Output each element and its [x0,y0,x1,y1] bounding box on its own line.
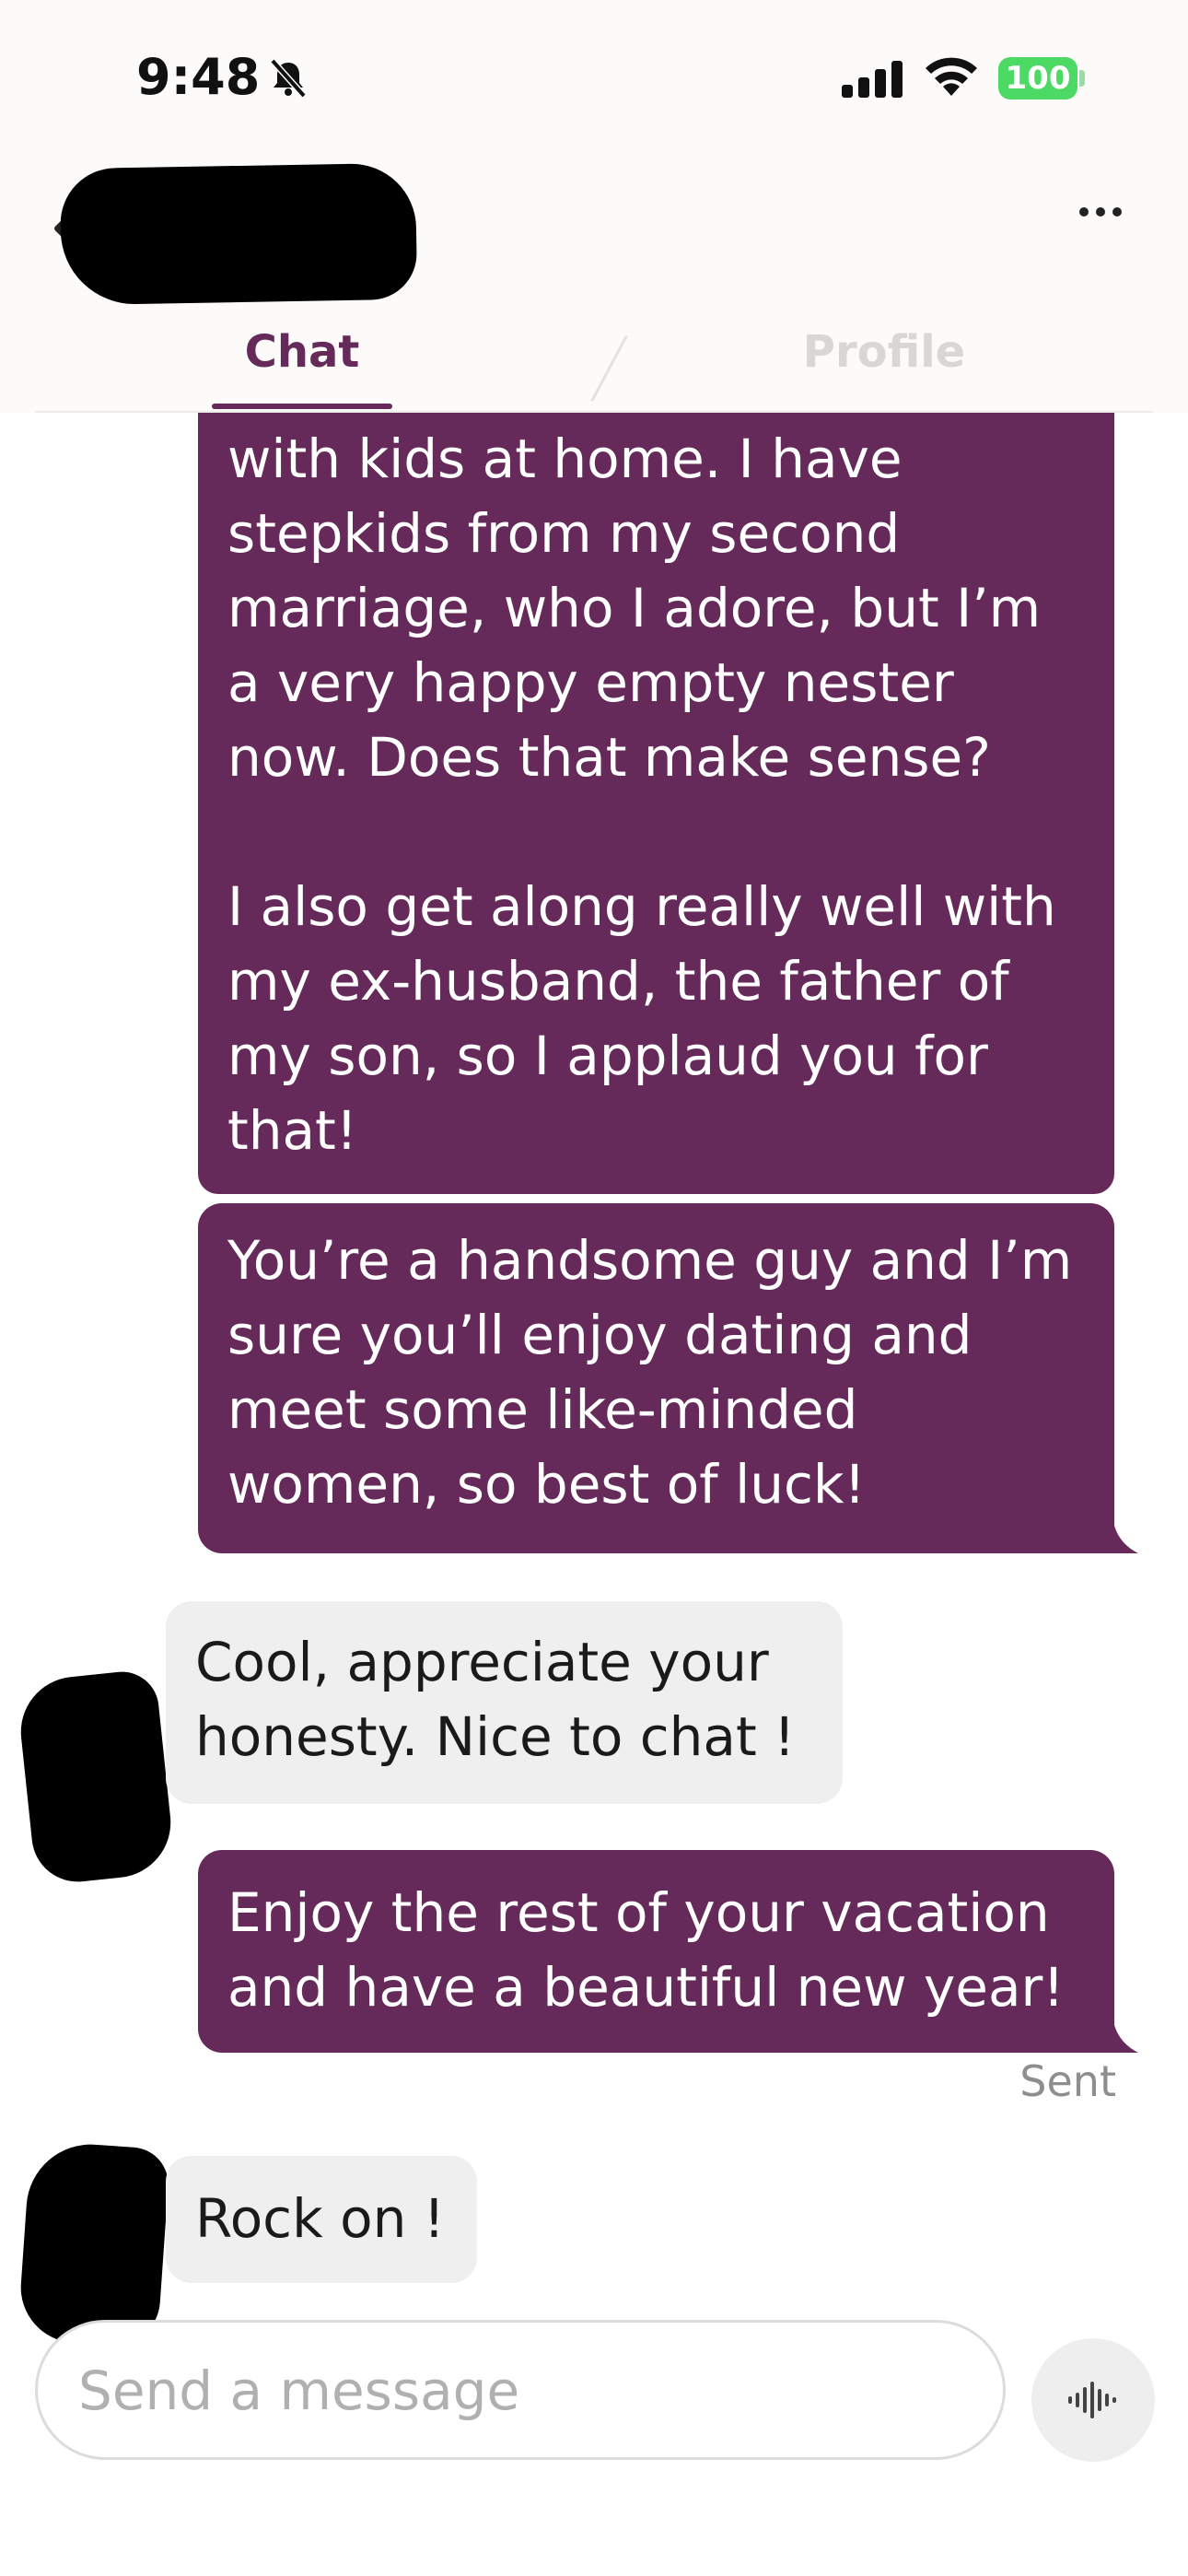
cellular-signal-icon [842,61,903,98]
chat-screen: 9:48 100 Chat Profile with kids at home.… [0,0,1188,2576]
message-bubble-received[interactable]: Rock on ! [166,2156,477,2283]
tab-chat[interactable]: Chat [212,315,392,389]
wifi-icon [926,57,977,96]
message-bubble-sent[interactable]: with kids at home. I have stepkids from … [198,413,1114,1194]
battery-icon: 100 [998,57,1077,100]
redacted-avatar[interactable] [15,1668,177,1887]
message-composer [35,2320,1006,2460]
bell-slash-icon [270,58,307,99]
message-bubble-sent[interactable]: Enjoy the rest of your vacation and have… [198,1850,1114,2053]
message-bubble-received[interactable]: Cool, appreciate your honesty. Nice to c… [166,1601,843,1804]
active-tab-indicator [212,404,392,409]
redacted-avatar[interactable] [17,2139,171,2349]
chat-header: Chat Profile [0,147,1188,413]
bubble-tail [1105,1526,1138,1553]
more-options-icon[interactable] [1079,203,1133,230]
message-bubble-sent[interactable]: You’re a handsome guy and I’m sure you’l… [198,1203,1114,1553]
tab-divider [590,334,628,403]
voice-message-button[interactable] [1031,2338,1155,2462]
sent-receipt: Sent [1019,2056,1116,2106]
status-time: 9:48 [136,48,261,106]
bubble-tail [1105,2025,1138,2053]
message-input[interactable] [78,2352,962,2430]
redacted-match-name [59,162,418,306]
battery-nub [1079,70,1085,87]
audio-waveform-icon [1068,2382,1116,2418]
tab-profile[interactable]: Profile [755,315,1013,389]
status-bar: 9:48 100 [0,0,1188,147]
